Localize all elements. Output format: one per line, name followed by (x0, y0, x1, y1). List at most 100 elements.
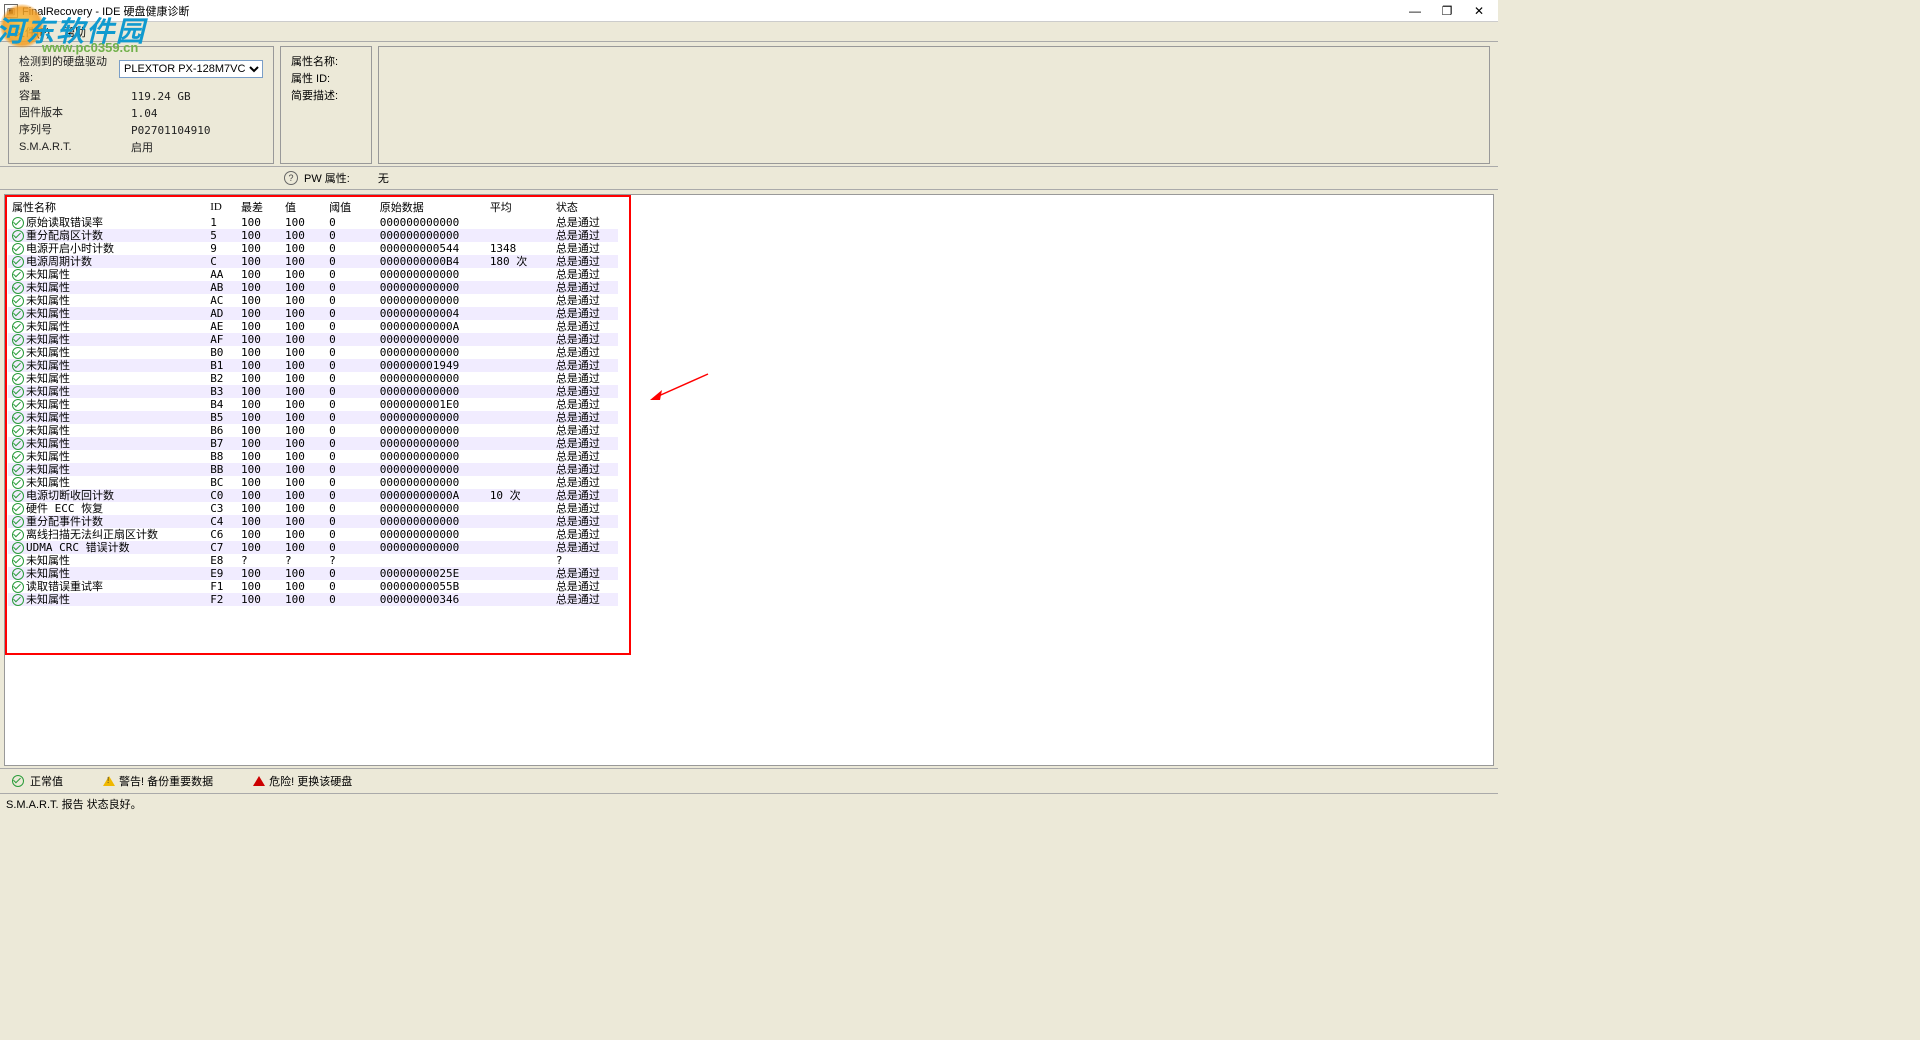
table-row[interactable]: 未知属性B31001000000000000000总是通过 (8, 385, 618, 398)
ok-icon (12, 386, 24, 398)
maximize-button[interactable]: ❐ (1440, 4, 1454, 18)
ok-icon (12, 581, 24, 593)
ok-icon (12, 269, 24, 281)
ok-icon (12, 503, 24, 515)
table-row[interactable]: 读取错误重试率F1100100000000000055B总是通过 (8, 580, 618, 593)
legend-warn: 警告! 备份重要数据 (103, 773, 213, 789)
table-row[interactable]: 未知属性B51001000000000000000总是通过 (8, 411, 618, 424)
menubar: 文件(F) 帮助 (0, 22, 1498, 42)
ok-icon (12, 282, 24, 294)
ok-icon (12, 425, 24, 437)
smart-table[interactable]: 属性名称 ID 最差 值 阈值 原始数据 平均 状态 原始读取错误率110010… (8, 198, 618, 606)
table-row[interactable]: 未知属性AE100100000000000000A总是通过 (8, 320, 618, 333)
close-button[interactable]: ✕ (1472, 4, 1486, 18)
status-text: S.M.A.R.T. 报告 状态良好。 (6, 799, 142, 811)
legend-row: 正常值 警告! 备份重要数据 危险! 更换该硬盘 (0, 768, 1498, 793)
ok-icon (12, 295, 24, 307)
attr-values-panel (378, 46, 1490, 164)
table-row[interactable]: 未知属性F21001000000000000346总是通过 (8, 593, 618, 606)
ok-icon (12, 516, 24, 528)
menu-file[interactable]: 文件(F) (14, 24, 50, 40)
table-row[interactable]: 未知属性E9100100000000000025E总是通过 (8, 567, 618, 580)
table-row[interactable]: 硬件 ECC 恢复C31001000000000000000总是通过 (8, 502, 618, 515)
table-row[interactable]: 电源切断收回计数C0100100000000000000A10 次总是通过 (8, 489, 618, 502)
table-row[interactable]: 重分配扇区计数51001000000000000000总是通过 (8, 229, 618, 242)
drive-info-panel: 检测到的硬盘驱动器: PLEXTOR PX-128M7VC 容量119.24 G… (8, 46, 274, 164)
table-row[interactable]: 未知属性AC1001000000000000000总是通过 (8, 294, 618, 307)
warning-icon (103, 776, 115, 786)
header-name[interactable]: 属性名称 (8, 198, 206, 216)
ok-icon (12, 243, 24, 255)
ok-icon (12, 373, 24, 385)
table-row[interactable]: 未知属性AD1001000000000000004总是通过 (8, 307, 618, 320)
table-row[interactable]: 未知属性E8???? (8, 554, 618, 567)
pw-value: 无 (378, 170, 389, 186)
menu-help[interactable]: 帮助 (64, 24, 86, 40)
header-raw[interactable]: 原始数据 (376, 198, 486, 216)
attr-desc-label: 简要描述: (291, 89, 338, 104)
table-row[interactable]: 未知属性BB1001000000000000000总是通过 (8, 463, 618, 476)
table-row[interactable]: 未知属性B81001000000000000000总是通过 (8, 450, 618, 463)
serial-value: P02701104910 (131, 123, 210, 138)
table-row[interactable]: 未知属性B71001000000000000000总是通过 (8, 437, 618, 450)
header-id[interactable]: ID (206, 198, 237, 216)
header-value[interactable]: 值 (281, 198, 325, 216)
drive-select-label: 检测到的硬盘驱动器: (19, 53, 119, 85)
table-row[interactable]: 未知属性BC1001000000000000000总是通过 (8, 476, 618, 489)
table-row[interactable]: 电源开启小时计数910010000000000005441348总是通过 (8, 242, 618, 255)
ok-icon (12, 594, 24, 606)
header-status[interactable]: 状态 (552, 198, 618, 216)
table-row[interactable]: 未知属性AF1001000000000000000总是通过 (8, 333, 618, 346)
table-row[interactable]: 未知属性B01001000000000000000总是通过 (8, 346, 618, 359)
header-avg[interactable]: 平均 (486, 198, 552, 216)
ok-icon (12, 555, 24, 567)
ok-icon (12, 360, 24, 372)
help-icon[interactable]: ? (284, 171, 298, 185)
table-row[interactable]: 未知属性B61001000000000000000总是通过 (8, 424, 618, 437)
drive-selector[interactable]: PLEXTOR PX-128M7VC (119, 60, 263, 78)
table-row[interactable]: 原始读取错误率11001000000000000000总是通过 (8, 216, 618, 229)
attr-labels-panel: 属性名称: 属性 ID: 简要描述: (280, 46, 372, 164)
minimize-button[interactable]: — (1408, 4, 1422, 18)
ok-icon (12, 438, 24, 450)
titlebar: ▣ FinalRecovery - IDE 硬盘健康诊断 — ❐ ✕ (0, 0, 1498, 22)
table-row[interactable]: 未知属性AB1001000000000000000总是通过 (8, 281, 618, 294)
legend-ok: 正常值 (12, 773, 63, 789)
pw-label: PW 属性: (304, 170, 350, 186)
ok-icon (12, 412, 24, 424)
attr-name-label: 属性名称: (291, 55, 338, 70)
ok-icon (12, 256, 24, 268)
table-row[interactable]: 电源周期计数C10010000000000000B4180 次总是通过 (8, 255, 618, 268)
table-row[interactable]: 未知属性B11001000000000001949总是通过 (8, 359, 618, 372)
ok-icon (12, 308, 24, 320)
smart-label: S.M.A.R.T. (19, 140, 131, 155)
info-panels: 检测到的硬盘驱动器: PLEXTOR PX-128M7VC 容量119.24 G… (0, 42, 1498, 167)
table-row[interactable]: 重分配事件计数C41001000000000000000总是通过 (8, 515, 618, 528)
ok-icon (12, 217, 24, 229)
ok-icon (12, 230, 24, 242)
ok-icon (12, 399, 24, 411)
window-title: FinalRecovery - IDE 硬盘健康诊断 (22, 3, 1408, 19)
table-row[interactable]: 未知属性AA1001000000000000000总是通过 (8, 268, 618, 281)
table-row[interactable]: 未知属性B410010000000000001E0总是通过 (8, 398, 618, 411)
header-threshold[interactable]: 阈值 (325, 198, 376, 216)
danger-icon (253, 776, 265, 786)
attr-id-label: 属性 ID: (291, 72, 330, 87)
ok-icon (12, 490, 24, 502)
ok-icon (12, 529, 24, 541)
table-row[interactable]: 未知属性B21001000000000000000总是通过 (8, 372, 618, 385)
annotation-arrow-icon (650, 372, 710, 402)
table-row[interactable]: 离线扫描无法纠正扇区计数C61001000000000000000总是通过 (8, 528, 618, 541)
legend-danger: 危险! 更换该硬盘 (253, 773, 352, 789)
ok-icon (12, 568, 24, 580)
header-worst[interactable]: 最差 (237, 198, 281, 216)
smart-table-container: 属性名称 ID 最差 值 阈值 原始数据 平均 状态 原始读取错误率110010… (4, 194, 1494, 766)
ok-icon (12, 334, 24, 346)
smart-value: 启用 (131, 140, 153, 155)
status-bar: S.M.A.R.T. 报告 状态良好。 (0, 793, 1498, 813)
table-row[interactable]: UDMA CRC 错误计数C71001000000000000000总是通过 (8, 541, 618, 554)
app-icon: ▣ (4, 4, 18, 18)
firmware-value: 1.04 (131, 106, 158, 121)
ok-icon (12, 542, 24, 554)
capacity-label: 容量 (19, 89, 131, 104)
